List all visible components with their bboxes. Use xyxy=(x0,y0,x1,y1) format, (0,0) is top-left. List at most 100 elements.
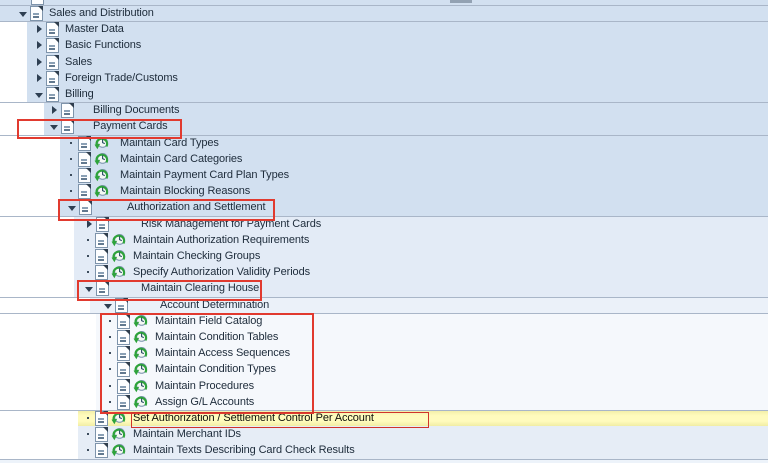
leaf-bullet xyxy=(68,151,76,167)
expand-toggle-icon[interactable] xyxy=(35,21,43,37)
tree-row[interactable]: Sales and Distribution xyxy=(0,5,768,21)
expand-toggle-icon[interactable] xyxy=(35,70,43,86)
tree-item-label[interactable]: Authorization and Settlement xyxy=(127,199,265,215)
tree-item-label[interactable]: Basic Functions xyxy=(65,37,141,53)
group-separator-line xyxy=(0,459,768,460)
expand-toggle-icon[interactable] xyxy=(35,37,43,53)
img-activity-execute-icon[interactable] xyxy=(94,152,110,166)
img-activity-execute-icon[interactable] xyxy=(133,379,149,393)
collapse-toggle-icon[interactable] xyxy=(50,118,58,134)
tree-item-label[interactable]: Maintain Field Catalog xyxy=(155,313,262,329)
img-activity-execute-icon[interactable] xyxy=(133,314,149,328)
tree-row[interactable]: Payment Cards xyxy=(0,118,768,134)
leaf-bullet xyxy=(107,313,115,329)
img-activity-execute-icon[interactable] xyxy=(94,136,110,150)
tree-item-label[interactable]: Maintain Clearing House xyxy=(141,280,259,296)
img-node-icon xyxy=(95,265,108,280)
img-activity-execute-icon[interactable] xyxy=(133,362,149,376)
tree-row[interactable]: Maintain Field Catalog xyxy=(0,313,768,329)
collapse-toggle-icon[interactable] xyxy=(19,5,27,21)
img-activity-execute-icon[interactable] xyxy=(94,184,110,198)
collapse-toggle-icon[interactable] xyxy=(104,297,112,313)
expand-toggle-icon[interactable] xyxy=(85,216,93,232)
tree-row[interactable]: Maintain Authorization Requirements xyxy=(0,232,768,248)
tree-item-label[interactable]: Billing Documents xyxy=(93,102,179,118)
tree-item-label[interactable]: Maintain Payment Card Plan Types xyxy=(120,167,289,183)
tree-row[interactable]: Billing xyxy=(0,86,768,102)
img-activity-execute-icon[interactable] xyxy=(133,346,149,360)
tree-item-label[interactable]: Billing xyxy=(65,86,94,102)
collapse-toggle-icon[interactable] xyxy=(85,280,93,296)
tree-row[interactable]: Risk Management for Payment Cards xyxy=(0,216,768,232)
tree-row[interactable]: Maintain Condition Types xyxy=(0,361,768,377)
tree-item-label[interactable]: Maintain Condition Tables xyxy=(155,329,278,345)
tree-item-label[interactable]: Maintain Card Types xyxy=(120,135,219,151)
tree-row[interactable]: Specify Authorization Validity Periods xyxy=(0,264,768,280)
img-activity-execute-icon[interactable] xyxy=(111,427,127,441)
tree-row[interactable]: Maintain Clearing House xyxy=(0,280,768,296)
tree-row[interactable]: Foreign Trade/Customs xyxy=(0,70,768,86)
img-activity-execute-icon[interactable] xyxy=(111,265,127,279)
collapse-toggle-icon[interactable] xyxy=(68,199,76,215)
tree-item-label[interactable]: Maintain Access Sequences xyxy=(155,345,290,361)
tree-item-label[interactable]: Account Determination xyxy=(160,297,269,313)
img-activity-execute-icon[interactable] xyxy=(133,330,149,344)
img-node-icon xyxy=(95,427,108,442)
img-activity-execute-icon[interactable] xyxy=(94,168,110,182)
tree-row[interactable]: Account Determination xyxy=(0,297,768,313)
tree-row[interactable]: Maintain Card Categories xyxy=(0,151,768,167)
tree-row[interactable]: Basic Functions xyxy=(0,37,768,53)
img-node-icon xyxy=(79,200,92,215)
img-activity-execute-icon[interactable] xyxy=(133,395,149,409)
expand-toggle-icon[interactable] xyxy=(50,102,58,118)
tree-row[interactable]: Billing Documents xyxy=(0,102,768,118)
tree-row[interactable]: Authorization and Settlement xyxy=(0,199,768,215)
tree-item-label[interactable]: Maintain Merchant IDs xyxy=(133,426,241,442)
tree-row[interactable]: Maintain Card Types xyxy=(0,135,768,151)
tree-row-selected[interactable]: Set Authorization / Settlement Control P… xyxy=(0,410,768,426)
tree-row[interactable]: Sales xyxy=(0,54,768,70)
tree-item-label[interactable]: Foreign Trade/Customs xyxy=(65,70,178,86)
tree-item-label[interactable]: Maintain Texts Describing Card Check Res… xyxy=(133,442,355,458)
img-node-icon xyxy=(95,233,108,248)
tree-item-label[interactable]: Maintain Procedures xyxy=(155,378,254,394)
tree-row[interactable]: Maintain Blocking Reasons xyxy=(0,183,768,199)
tree-item-label[interactable]: Maintain Card Categories xyxy=(120,151,242,167)
expand-toggle-icon[interactable] xyxy=(35,54,43,70)
tree-item-label[interactable]: Specify Authorization Validity Periods xyxy=(133,264,310,280)
tree-item-label[interactable]: Assign G/L Accounts xyxy=(155,394,254,410)
tree-row[interactable]: Master Data xyxy=(0,21,768,37)
img-activity-execute-icon[interactable] xyxy=(111,411,127,425)
tree-row[interactable]: Maintain Texts Describing Card Check Res… xyxy=(0,442,768,458)
tree-row[interactable]: Maintain Checking Groups xyxy=(0,248,768,264)
img-activity-execute-icon[interactable] xyxy=(111,233,127,247)
group-separator-line xyxy=(0,216,768,217)
leaf-bullet xyxy=(85,442,93,458)
tree-item-label[interactable]: Risk Management for Payment Cards xyxy=(141,216,321,232)
tree-item-label[interactable]: Maintain Authorization Requirements xyxy=(133,232,309,248)
collapse-toggle-icon[interactable] xyxy=(35,86,43,102)
img-activity-execute-icon[interactable] xyxy=(111,249,127,263)
tree-item-label[interactable]: Maintain Condition Types xyxy=(155,361,276,377)
img-activity-execute-icon[interactable] xyxy=(111,443,127,457)
tree-item-label[interactable]: Set Authorization / Settlement Control P… xyxy=(133,410,374,426)
img-node-icon xyxy=(61,103,74,118)
tree-item-label[interactable]: Sales xyxy=(65,54,92,70)
img-node-icon xyxy=(78,136,91,151)
tree-row[interactable]: Maintain Access Sequences xyxy=(0,345,768,361)
tree-row[interactable]: Maintain Payment Card Plan Types xyxy=(0,167,768,183)
group-separator-line xyxy=(0,313,768,314)
row-background-band xyxy=(27,86,768,102)
img-node-icon xyxy=(95,443,108,458)
img-node-icon xyxy=(46,87,59,102)
tree-item-label[interactable]: Master Data xyxy=(65,21,124,37)
tree-item-label[interactable]: Payment Cards xyxy=(93,118,168,134)
tree-row[interactable]: Maintain Procedures xyxy=(0,378,768,394)
tree-row[interactable]: Maintain Merchant IDs xyxy=(0,426,768,442)
tree-row[interactable]: Assign G/L Accounts xyxy=(0,394,768,410)
tree-item-label[interactable]: Maintain Blocking Reasons xyxy=(120,183,250,199)
tree-row[interactable]: Maintain Condition Tables xyxy=(0,329,768,345)
tree-item-label[interactable]: Sales and Distribution xyxy=(49,5,154,21)
tree-item-label[interactable]: Maintain Checking Groups xyxy=(133,248,260,264)
img-tree-screen: Sales and DistributionMaster DataBasic F… xyxy=(0,0,768,463)
